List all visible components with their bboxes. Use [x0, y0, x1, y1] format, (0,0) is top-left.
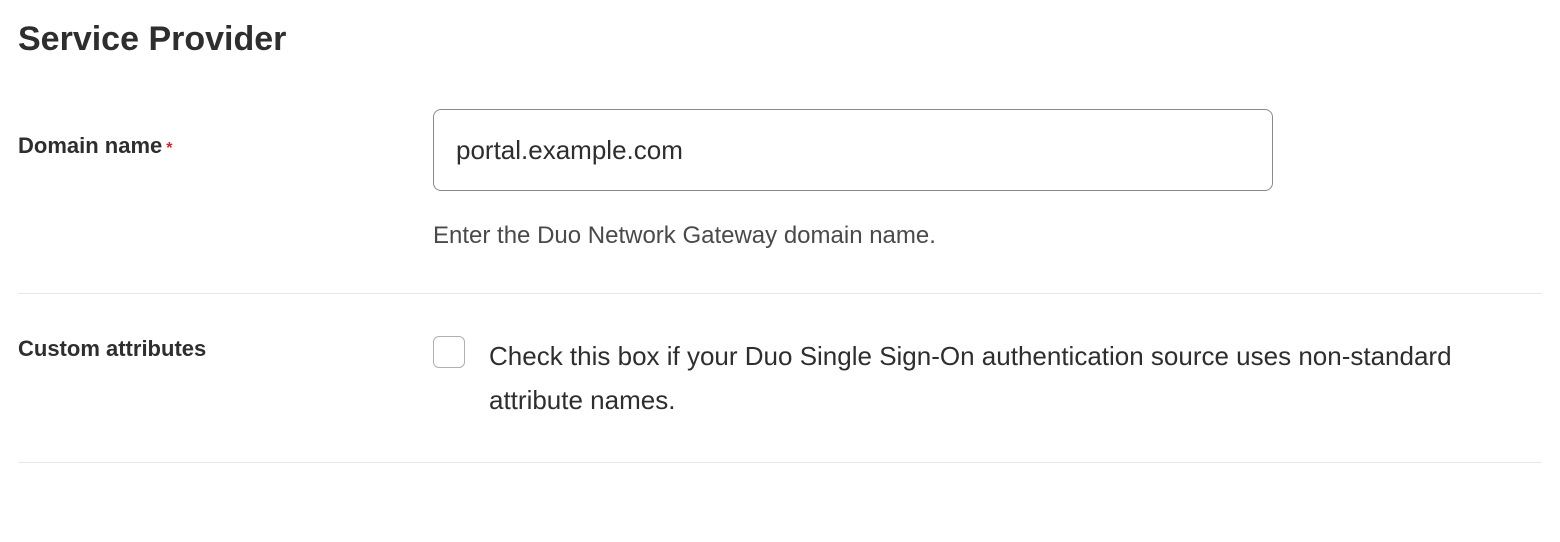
section-title: Service Provider: [18, 20, 1542, 59]
form-control-col: Check this box if your Duo Single Sign-O…: [433, 334, 1513, 422]
required-asterisk: *: [166, 140, 172, 157]
domain-name-input[interactable]: [433, 109, 1273, 191]
domain-name-label: Domain name: [18, 133, 162, 158]
domain-name-help-text: Enter the Duo Network Gateway domain nam…: [433, 219, 1513, 253]
custom-attributes-checkbox-label: Check this box if your Duo Single Sign-O…: [489, 334, 1513, 422]
form-label-col: Domain name*: [18, 109, 433, 159]
form-control-col: Enter the Duo Network Gateway domain nam…: [433, 109, 1513, 253]
custom-attributes-checkbox[interactable]: [433, 336, 465, 368]
checkbox-row: Check this box if your Duo Single Sign-O…: [433, 334, 1513, 422]
form-label-col: Custom attributes: [18, 334, 433, 362]
form-row-custom-attributes: Custom attributes Check this box if your…: [18, 334, 1542, 463]
form-row-domain-name: Domain name* Enter the Duo Network Gatew…: [18, 109, 1542, 294]
custom-attributes-label: Custom attributes: [18, 336, 206, 361]
